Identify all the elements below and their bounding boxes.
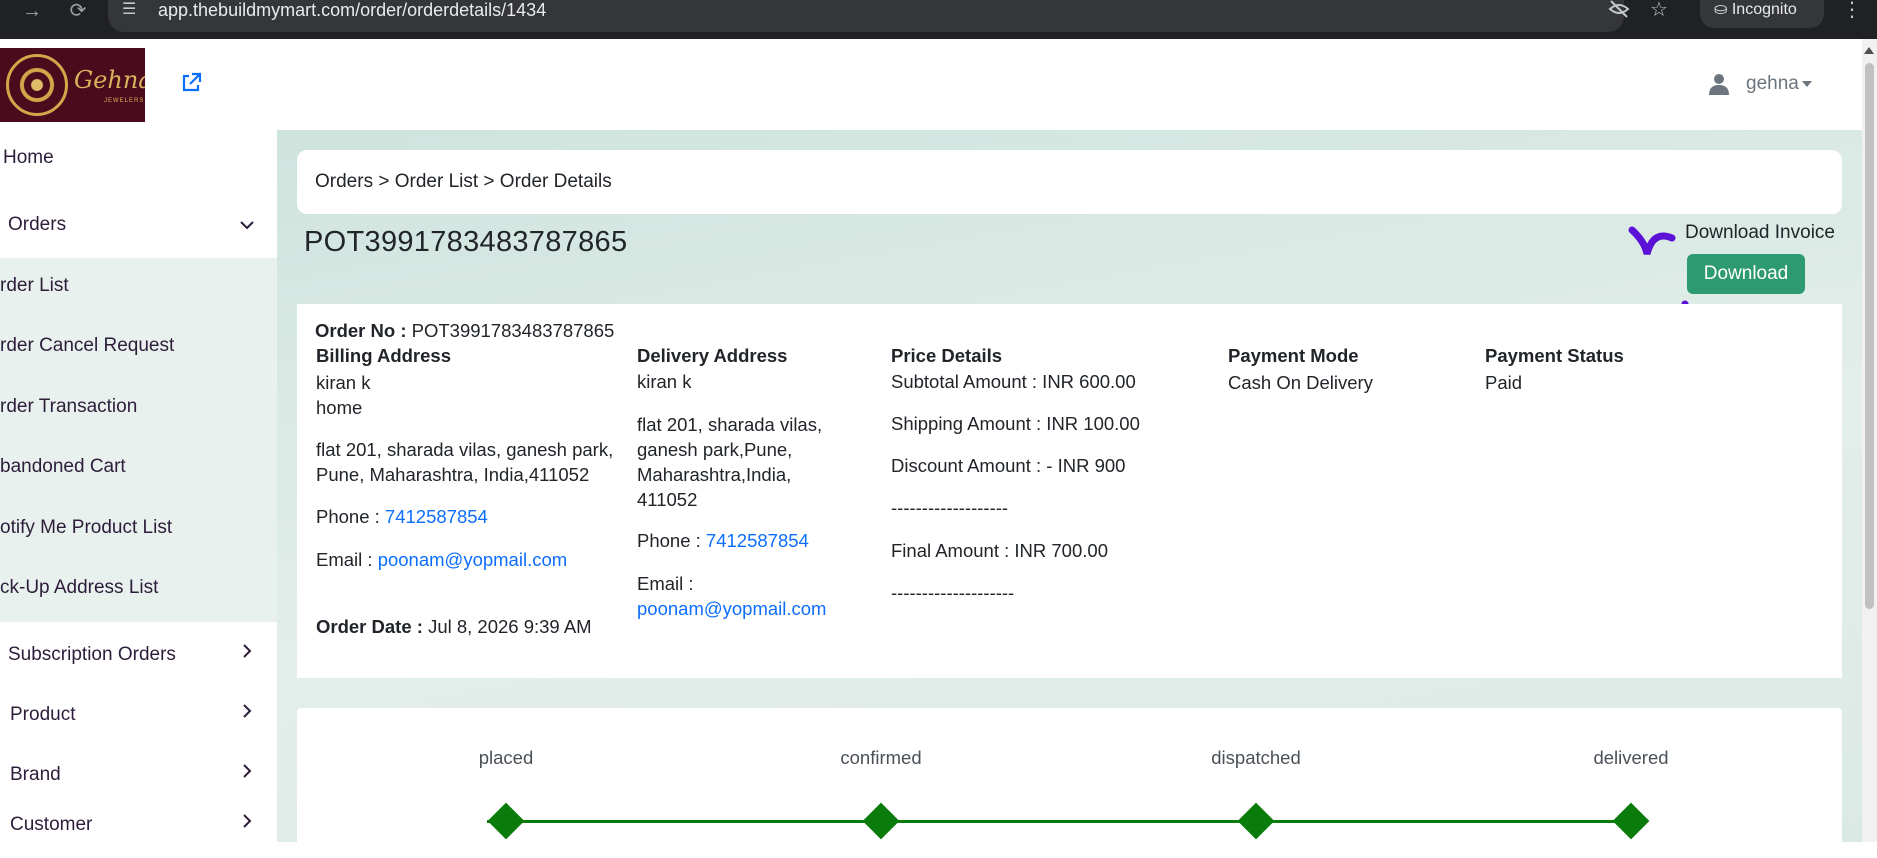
delivery-name: kiran k <box>637 371 692 392</box>
logo-emblem <box>6 54 68 116</box>
delivery-address-line3: Maharashtra,India, <box>637 464 792 485</box>
billing-phone-label: Phone : <box>316 506 380 527</box>
order-number: Order No : POT3991783483787865 <box>315 318 614 343</box>
breadcrumb-text[interactable]: Orders > Order List > Order Details <box>315 150 612 214</box>
scrollbar-thumb[interactable] <box>1865 63 1874 609</box>
subtotal-amount: Subtotal Amount : INR 600.00 <box>891 371 1136 392</box>
payment-status-value: Paid <box>1485 372 1523 393</box>
sidebar: Home Orders rder List rder Cancel Reques… <box>0 130 277 842</box>
chevron-right-icon <box>243 764 252 778</box>
sidebar-item-brand[interactable]: Brand <box>0 755 277 795</box>
incognito-icon: ⛀ <box>1714 1 1728 18</box>
url-text[interactable]: app.thebuildmymart.com/order/orderdetail… <box>158 0 546 20</box>
sidebar-item-abandoned-cart[interactable]: bandoned Cart <box>0 447 277 487</box>
stage-label-dispatched: dispatched <box>1211 747 1301 768</box>
page-scrollbar[interactable] <box>1862 39 1877 842</box>
delivery-address-line1: flat 201, sharada vilas, <box>637 414 823 435</box>
chevron-down-icon <box>240 221 254 230</box>
price-separator: ------------------- <box>891 497 1009 518</box>
sidebar-item-product[interactable]: Product <box>0 695 277 735</box>
more-menu-icon[interactable]: ⋮ <box>1842 0 1862 20</box>
payment-mode-heading: Payment Mode <box>1228 345 1359 366</box>
address-bar[interactable]: ☰ app.thebuildmymart.com/order/orderdeta… <box>108 0 1668 32</box>
order-no-value: POT3991783483787865 <box>411 320 615 341</box>
billing-phone: Phone : 7412587854 <box>316 504 488 529</box>
price-separator: -------------------- <box>891 582 1015 603</box>
payment-status-heading: Payment Status <box>1485 345 1624 366</box>
discount-amount: Discount Amount : - INR 900 <box>891 455 1126 476</box>
sidebar-item-order-list[interactable]: rder List <box>0 266 277 306</box>
delivery-address-line4: 411052 <box>637 489 698 510</box>
tracking-line <box>487 820 1622 823</box>
billing-heading: Billing Address <box>316 345 452 366</box>
star-icon[interactable]: ☆ <box>1650 0 1668 20</box>
shipping-amount: Shipping Amount : INR 100.00 <box>891 413 1140 434</box>
order-tracking-card <box>297 708 1842 858</box>
breadcrumb: Orders > Order List > Order Details <box>297 150 1842 214</box>
forward-icon[interactable]: → <box>14 0 50 28</box>
price-heading: Price Details <box>891 345 1003 366</box>
download-invoice-heading: Download Invoice <box>1685 222 1835 243</box>
delivery-phone-link[interactable]: 7412587854 <box>706 530 809 551</box>
main-content: Orders > Order List > Order Details POT3… <box>277 130 1862 858</box>
chevron-right-icon <box>243 644 252 658</box>
stage-label-placed: placed <box>478 747 534 768</box>
sidebar-item-notify-me-product-list[interactable]: otify Me Product List <box>0 508 277 548</box>
sidebar-item-customer[interactable]: Customer <box>0 805 277 845</box>
download-pdf-button[interactable]: Download PDF <box>1687 254 1805 324</box>
billing-email: Email : poonam@yopmail.com <box>316 547 567 572</box>
stage-label-confirmed: confirmed <box>840 747 922 768</box>
sidebar-item-pickup-address-list[interactable]: ck-Up Address List <box>0 568 277 608</box>
delivery-email-link[interactable]: poonam@yopmail.com <box>637 596 826 621</box>
billing-phone-link[interactable]: 7412587854 <box>385 506 488 527</box>
chevron-right-icon <box>243 814 252 828</box>
brand-name: Gehna <box>74 66 145 94</box>
incognito-badge[interactable]: ⛀ Incognito <box>1700 0 1824 28</box>
billing-type: home <box>316 397 363 418</box>
external-link-icon[interactable] <box>178 70 204 96</box>
billing-address-line2: Pune, Maharashtra, India,411052 <box>316 464 590 485</box>
site-info-icon[interactable]: ☰ <box>122 0 136 20</box>
sidebar-item-order-transaction[interactable]: rder Transaction <box>0 387 277 427</box>
order-details-card: Order No : POT3991783483787865 Billing A… <box>297 304 1842 678</box>
incognito-label: Incognito <box>1731 1 1797 18</box>
delivery-phone: Phone : 7412587854 <box>637 528 809 553</box>
browser-toolbar: → ⟳ ☰ app.thebuildmymart.com/order/order… <box>0 0 1877 39</box>
eye-off-icon[interactable] <box>1608 0 1630 22</box>
order-date-label: Order Date : <box>316 616 423 637</box>
sidebar-item-home[interactable]: Home <box>0 138 277 178</box>
final-amount: Final Amount : INR 700.00 <box>891 540 1108 561</box>
chevron-right-icon <box>243 704 252 718</box>
order-no-label: Order No : <box>315 320 407 341</box>
order-date-value: Jul 8, 2026 9:39 AM <box>428 616 592 637</box>
payment-mode-value: Cash On Delivery <box>1228 372 1373 393</box>
delivery-email-label: Email : <box>637 573 694 594</box>
user-name: gehna <box>1746 73 1799 94</box>
delivery-address-line2: ganesh park,Pune, <box>637 439 793 460</box>
brand-logo[interactable]: Gehna JEWELERS <box>0 48 145 122</box>
billing-email-label: Email : <box>316 549 373 570</box>
sidebar-item-subscription-orders[interactable]: Subscription Orders <box>0 635 277 675</box>
sidebar-item-orders[interactable]: Orders <box>0 205 277 245</box>
user-avatar-icon[interactable] <box>1707 72 1731 96</box>
brand-tagline: JEWELERS <box>104 98 145 104</box>
sidebar-item-order-cancel-request[interactable]: rder Cancel Request <box>0 326 277 366</box>
billing-email-link[interactable]: poonam@yopmail.com <box>378 549 567 570</box>
user-menu[interactable]: gehna <box>1746 73 1812 95</box>
delivery-heading: Delivery Address <box>637 345 788 366</box>
billing-name: kiran k <box>316 372 371 393</box>
caret-down-icon <box>1801 80 1812 87</box>
order-date: Order Date : Jul 8, 2026 9:39 AM <box>316 614 592 639</box>
reload-icon[interactable]: ⟳ <box>60 0 96 28</box>
stage-label-delivered: delivered <box>1593 747 1669 768</box>
page-title: POT3991783483787865 <box>304 226 628 258</box>
billing-address-line1: flat 201, sharada vilas, ganesh park, <box>316 439 614 460</box>
scroll-up-icon[interactable] <box>1864 47 1874 54</box>
delivery-phone-label: Phone : <box>637 530 701 551</box>
